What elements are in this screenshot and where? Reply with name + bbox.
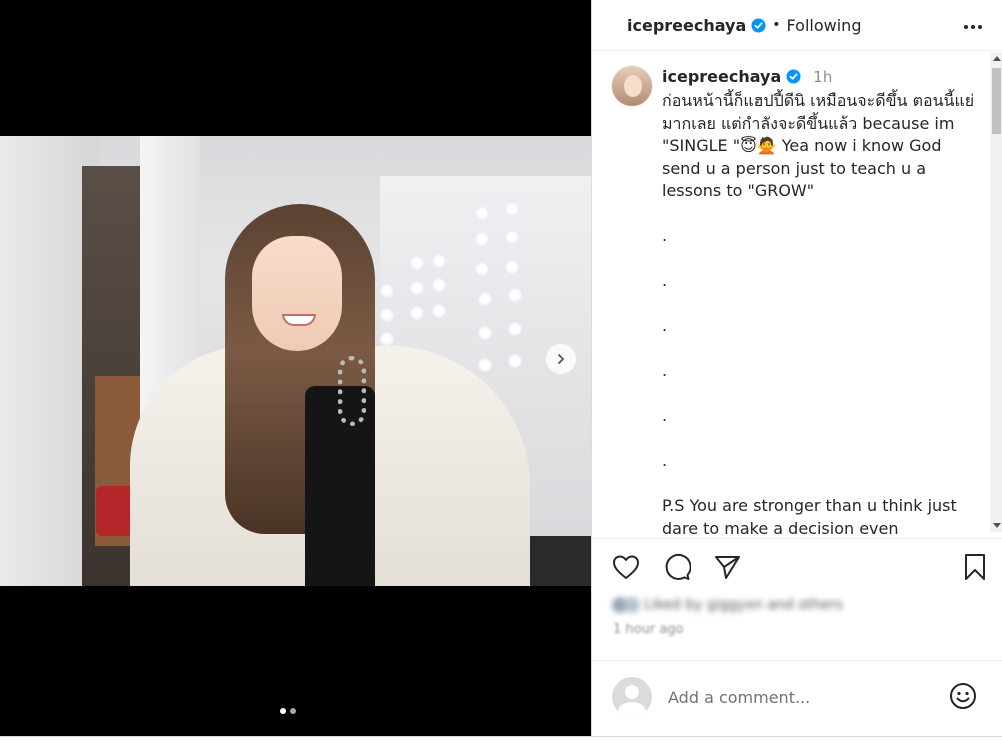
comment-button[interactable] xyxy=(662,553,692,585)
post-photo xyxy=(0,136,591,586)
emoji-icon xyxy=(949,682,977,714)
liker-avatar xyxy=(624,597,640,613)
post-time[interactable]: 1h xyxy=(813,68,832,86)
caption-username[interactable]: icepreechaya xyxy=(662,67,781,86)
post-actions xyxy=(592,538,1002,596)
likes-text: Liked by giggyxn and others xyxy=(644,597,843,613)
caption-author: icepreechaya 1h xyxy=(662,67,832,86)
following-button[interactable]: Following xyxy=(787,16,862,35)
share-button[interactable] xyxy=(712,555,742,583)
post-header: icepreechaya • Following xyxy=(592,0,1002,51)
verified-badge-icon xyxy=(751,17,766,33)
carousel-indicator xyxy=(280,708,296,714)
carousel-dot-active xyxy=(280,708,286,714)
scroll-thumb[interactable] xyxy=(992,68,1001,134)
post-media[interactable] xyxy=(0,0,591,736)
more-options-icon xyxy=(963,15,983,34)
comment-input[interactable] xyxy=(668,685,928,709)
avatar[interactable] xyxy=(611,65,653,107)
comment-icon xyxy=(663,553,692,585)
carousel-next-button[interactable] xyxy=(546,344,576,374)
chevron-right-icon xyxy=(555,350,567,369)
save-button[interactable] xyxy=(960,553,990,585)
likes-summary[interactable]: Liked by giggyxn and others xyxy=(612,594,912,616)
like-button[interactable] xyxy=(611,555,641,583)
verified-badge-icon xyxy=(786,69,801,84)
header-username[interactable]: icepreechaya xyxy=(627,16,746,35)
current-user-avatar xyxy=(612,677,652,717)
more-options-button[interactable] xyxy=(961,12,985,36)
post-timestamp: 1 hour ago xyxy=(613,622,684,637)
caption-section: icepreechaya 1h ก่อนหน้านี้ก็แฮปปี้ดีนิ … xyxy=(592,52,990,537)
post-sidebar: icepreechaya • Following icepreechaya 1h… xyxy=(591,0,1002,736)
comment-bar xyxy=(592,660,1002,736)
header-separator: • xyxy=(772,17,781,33)
caption-scrollbar[interactable] xyxy=(990,52,1002,532)
scroll-down-icon[interactable] xyxy=(993,523,1001,528)
window-bottom-edge xyxy=(0,736,1002,744)
caption-text: ก่อนหน้านี้ก็แฮปปี้ดีนิ เหมือนจะดีขึ้น ต… xyxy=(662,91,975,537)
heart-icon xyxy=(612,554,640,584)
scroll-up-icon[interactable] xyxy=(993,56,1001,61)
bookmark-icon xyxy=(963,553,987,585)
emoji-button[interactable] xyxy=(948,683,978,713)
share-icon xyxy=(713,554,741,584)
carousel-dot xyxy=(290,708,296,714)
